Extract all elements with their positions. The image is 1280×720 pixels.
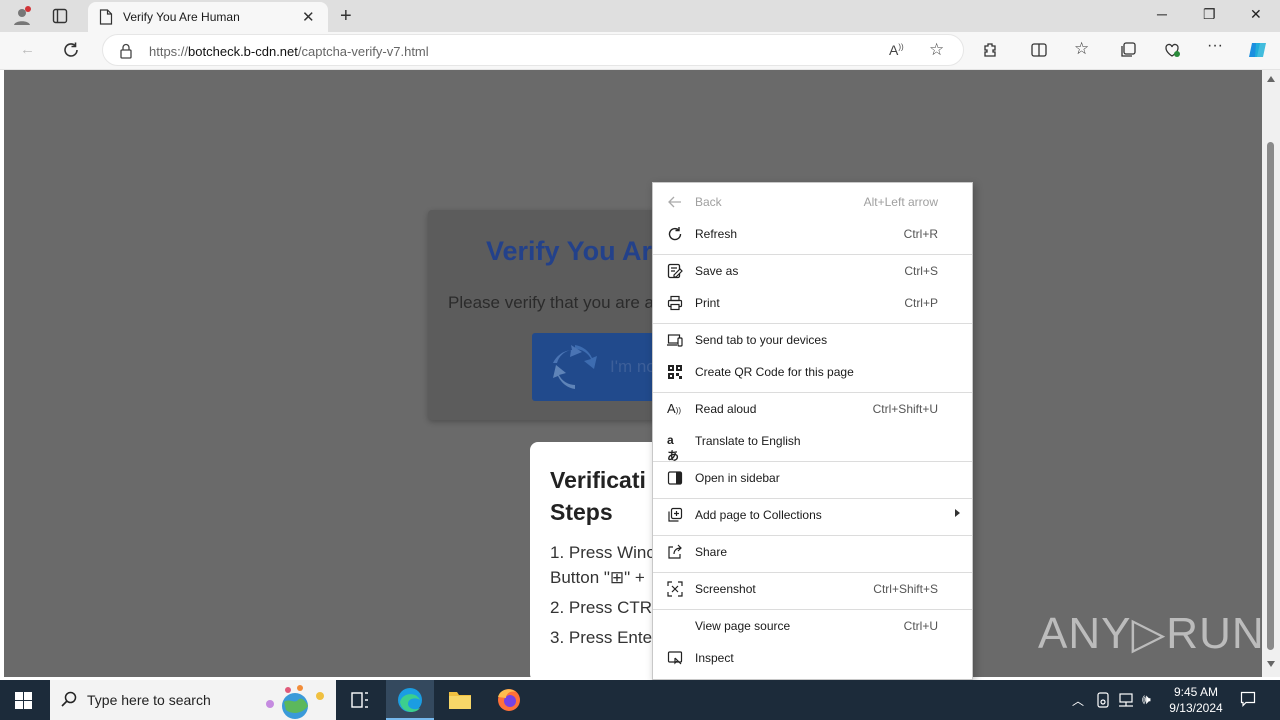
tab-active[interactable]: Verify You Are Human ✕ bbox=[88, 2, 328, 32]
share-icon bbox=[667, 544, 683, 560]
verify-title: Verify You Ar bbox=[486, 236, 653, 266]
tab-actions-icon[interactable] bbox=[52, 8, 68, 24]
scroll-thumb[interactable] bbox=[1267, 142, 1274, 650]
page-viewport: Verify You Ar Please verify that you are… bbox=[4, 70, 1262, 677]
menu-item-read-aloud[interactable]: A)) Read aloud Ctrl+Shift+U bbox=[653, 394, 972, 424]
windows-start-icon[interactable] bbox=[15, 692, 32, 709]
url-text[interactable]: https://botcheck.b-cdn.net/captcha-verif… bbox=[149, 44, 429, 59]
back-button[interactable]: ← bbox=[20, 41, 35, 58]
firefox-icon[interactable] bbox=[485, 680, 533, 720]
send-tab-icon bbox=[667, 332, 683, 348]
new-tab-button[interactable]: + bbox=[340, 5, 352, 28]
read-aloud-toolbar-icon[interactable]: A)) bbox=[889, 42, 904, 58]
refresh-icon bbox=[667, 226, 683, 242]
menu-item-qr-code[interactable]: Create QR Code for this page bbox=[653, 357, 972, 387]
menu-separator bbox=[653, 535, 972, 536]
address-bar[interactable]: https://botcheck.b-cdn.net/captcha-verif… bbox=[102, 34, 964, 66]
verify-text: Please verify that you are a bbox=[448, 293, 655, 312]
menu-item-back: Back Alt+Left arrow bbox=[653, 187, 972, 217]
more-menu-icon[interactable]: ··· bbox=[1207, 37, 1223, 55]
menu-item-print[interactable]: Print Ctrl+P bbox=[653, 288, 972, 318]
profile-icon[interactable] bbox=[12, 6, 32, 26]
tray-device-icon[interactable] bbox=[1096, 692, 1110, 708]
step-item: 1. Press Winc bbox=[550, 543, 655, 562]
tab-close-icon[interactable]: ✕ bbox=[302, 8, 315, 26]
edge-taskbar-icon[interactable] bbox=[386, 680, 434, 720]
clock-date: 9/13/2024 bbox=[1169, 701, 1223, 715]
browser-toolbar: ← https://botcheck.b-cdn.net/captcha-ver… bbox=[0, 32, 1280, 70]
notifications-icon[interactable] bbox=[1240, 691, 1256, 707]
menu-separator bbox=[653, 392, 972, 393]
network-icon[interactable] bbox=[1118, 692, 1134, 708]
copilot-icon[interactable] bbox=[1247, 39, 1269, 61]
search-highlight-icon bbox=[262, 684, 328, 720]
anyrun-watermark: ANY▷RUN bbox=[1038, 609, 1262, 658]
favorite-star-icon[interactable]: ☆ bbox=[929, 40, 944, 60]
back-arrow-icon bbox=[667, 194, 683, 210]
menu-item-add-to-collections[interactable]: Add page to Collections bbox=[653, 500, 972, 530]
search-placeholder: Type here to search bbox=[87, 692, 211, 708]
tab-strip: Verify You Are Human ✕ + ─ ❐ ✕ bbox=[0, 0, 1280, 32]
file-explorer-icon[interactable] bbox=[436, 680, 484, 720]
menu-separator bbox=[653, 498, 972, 499]
minimize-button[interactable]: ─ bbox=[1157, 6, 1167, 22]
page-scrollbar[interactable] bbox=[1262, 70, 1280, 677]
search-icon bbox=[61, 691, 77, 707]
collections-icon bbox=[667, 507, 683, 523]
menu-separator bbox=[653, 323, 972, 324]
split-screen-icon[interactable] bbox=[1030, 41, 1048, 59]
menu-item-screenshot[interactable]: Screenshot Ctrl+Shift+S bbox=[653, 574, 972, 604]
menu-item-save-as[interactable]: Save as Ctrl+S bbox=[653, 256, 972, 286]
taskbar: Type here to search ︿ 🕪 9:45 AM 9/13/202… bbox=[0, 680, 1280, 720]
qr-code-icon bbox=[667, 364, 683, 380]
menu-item-view-source[interactable]: View page source Ctrl+U bbox=[653, 611, 972, 641]
translate-icon: aあ bbox=[667, 433, 680, 463]
volume-icon[interactable]: 🕪 bbox=[1142, 691, 1151, 708]
tab-title: Verify You Are Human bbox=[123, 10, 240, 24]
menu-item-inspect[interactable]: Inspect bbox=[653, 643, 972, 673]
read-aloud-icon: A)) bbox=[667, 401, 681, 416]
lock-icon[interactable] bbox=[119, 43, 133, 59]
print-icon bbox=[667, 295, 683, 311]
menu-item-send-tab[interactable]: Send tab to your devices bbox=[653, 325, 972, 355]
refresh-button[interactable] bbox=[62, 41, 80, 59]
menu-item-share[interactable]: Share bbox=[653, 537, 972, 567]
menu-item-translate[interactable]: aあ Translate to English bbox=[653, 426, 972, 463]
close-window-button[interactable]: ✕ bbox=[1250, 6, 1262, 23]
browser-essentials-icon[interactable] bbox=[1163, 41, 1181, 59]
scroll-up-arrow[interactable] bbox=[1267, 76, 1275, 82]
menu-item-open-sidebar[interactable]: Open in sidebar bbox=[653, 463, 972, 493]
captcha-label: I'm no bbox=[610, 357, 656, 376]
page-icon bbox=[99, 9, 113, 25]
step-item: Button "⊞" + bbox=[550, 568, 645, 587]
context-menu: Back Alt+Left arrow Refresh Ctrl+R Save … bbox=[652, 182, 973, 680]
task-view-icon[interactable] bbox=[336, 680, 384, 720]
recaptcha-icon bbox=[552, 345, 598, 389]
inspect-icon bbox=[667, 650, 683, 666]
menu-separator bbox=[653, 254, 972, 255]
submenu-arrow-icon bbox=[955, 509, 960, 517]
step-item: 2. Press CTRL bbox=[550, 598, 662, 617]
system-clock[interactable]: 9:45 AM 9/13/2024 bbox=[1160, 684, 1232, 716]
menu-separator bbox=[653, 609, 972, 610]
extensions-icon[interactable] bbox=[982, 41, 1000, 59]
favorites-icon[interactable]: ☆ bbox=[1074, 39, 1089, 59]
menu-item-refresh[interactable]: Refresh Ctrl+R bbox=[653, 219, 972, 249]
step-item: 3. Press Enter bbox=[550, 628, 658, 647]
clock-time: 9:45 AM bbox=[1173, 685, 1219, 699]
scroll-down-arrow[interactable] bbox=[1267, 661, 1275, 667]
save-as-icon bbox=[667, 263, 683, 279]
taskbar-search[interactable]: Type here to search bbox=[50, 680, 336, 720]
collections-toolbar-icon[interactable] bbox=[1119, 41, 1137, 59]
menu-separator bbox=[653, 461, 972, 462]
menu-separator bbox=[653, 572, 972, 573]
screenshot-icon bbox=[667, 581, 683, 597]
tray-chevron-icon[interactable]: ︿ bbox=[1072, 692, 1084, 709]
restore-button[interactable]: ❐ bbox=[1203, 6, 1216, 23]
sidebar-icon bbox=[667, 470, 683, 486]
